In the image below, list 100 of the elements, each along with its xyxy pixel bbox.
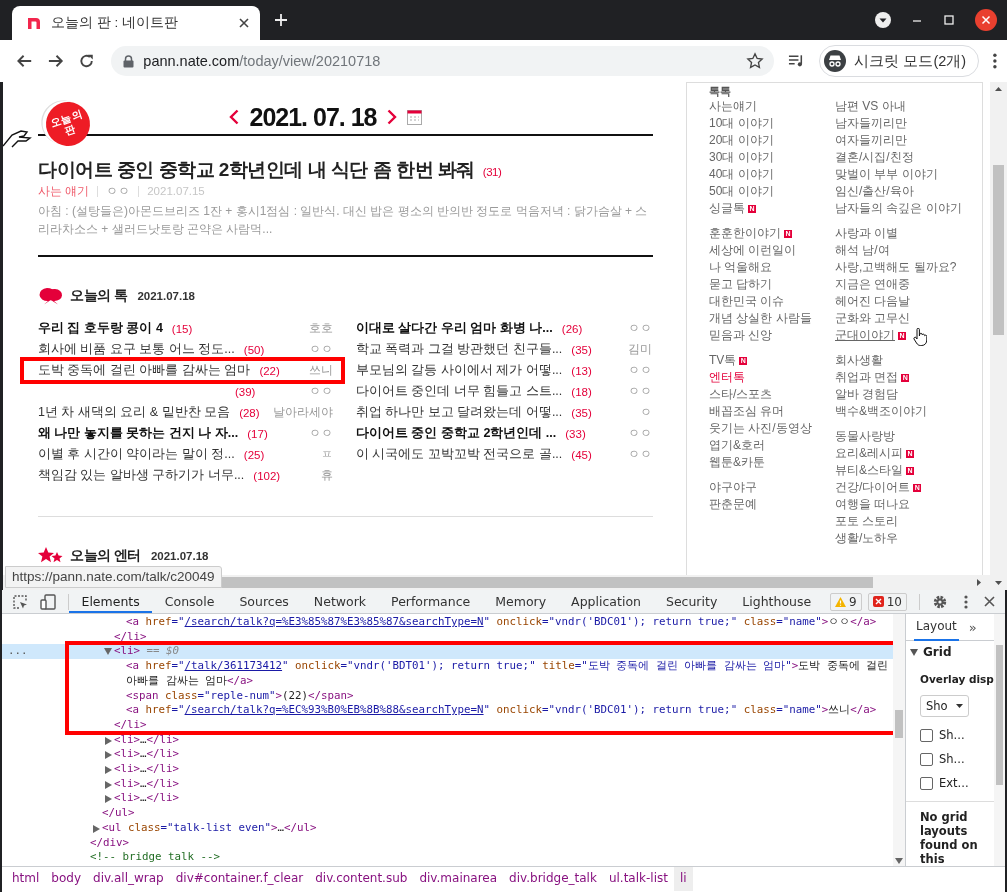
category-link[interactable]: 20대 이야기	[709, 132, 774, 149]
breadcrumb[interactable]: div.all_wrap	[87, 867, 170, 891]
devtools-tab[interactable]: Application	[558, 590, 654, 613]
category-link[interactable]: 사랑과 이별	[835, 225, 899, 242]
checkbox[interactable]	[920, 776, 933, 790]
category-link[interactable]: 맞벌이 부부 이야기	[835, 166, 938, 183]
category-link[interactable]: 결혼/시집/친정	[835, 149, 914, 166]
category-link[interactable]: 요리&레시피	[835, 445, 903, 462]
dropdown[interactable]: Sho	[920, 695, 969, 717]
category-link[interactable]: 세상에 이런일이	[709, 242, 797, 259]
category-link[interactable]: 군화와 고무신	[835, 310, 911, 327]
category-link[interactable]: 엽기&호러	[709, 437, 765, 454]
category-link[interactable]: TV톡	[709, 352, 737, 369]
devtools-tab[interactable]: Performance	[378, 590, 483, 613]
category-link[interactable]: 싱글톡	[709, 200, 745, 217]
category-link[interactable]: 야구야구	[709, 479, 757, 496]
section-header[interactable]: Grid	[906, 641, 994, 663]
post-link[interactable]: 회사에 비품 요구 보통 어느 정도...	[38, 341, 235, 358]
category-link[interactable]: 웹툰&카툰	[709, 454, 765, 471]
calendar-icon[interactable]	[406, 109, 422, 125]
devtools-tab[interactable]: Elements	[69, 590, 153, 613]
code-line[interactable]: <li>…</li>	[2, 732, 893, 748]
code-line[interactable]: <a href="/talk/361173412" onclick="vndr('BDT01'); return true;" title="도박 중독에 걸린 아빠를 감싸는 엄마">도박 중독에 걸린 아빠를 감싸는 엄마</a>	[2, 659, 893, 689]
close-icon[interactable]	[238, 17, 250, 29]
category-link[interactable]: 10대 이야기	[709, 115, 774, 132]
code-line[interactable]: <a href="/search/talk?q=%E3%85%87%E3%85%87&searchType=N" onclick="vndr('BDC01'); return true;" class="name">ㅇㅇ</a>	[2, 615, 893, 630]
post-link[interactable]: 부모님의 갈등 사이에서 제가 어떻...	[356, 362, 563, 379]
post-link[interactable]: 학교 폭력과 그걸 방관했던 친구들...	[356, 341, 563, 358]
category-link[interactable]: 나 억울해요	[709, 259, 773, 276]
inspect-icon[interactable]	[12, 593, 28, 610]
breadcrumb[interactable]: div#container.f_clear	[169, 867, 310, 891]
category-link[interactable]: 회사생활	[835, 352, 883, 369]
category-link[interactable]: 엔터톡	[709, 369, 745, 386]
code-line[interactable]: <!-- bridge talk -->	[2, 850, 893, 865]
devtools-tab[interactable]: Network	[301, 590, 379, 613]
code-line[interactable]: <span class="reple-num">(22)</span>	[2, 688, 893, 704]
category-link[interactable]: 40대 이야기	[709, 166, 774, 183]
code-line[interactable]: </div>	[2, 835, 893, 851]
code-link[interactable]: /talk/361173412	[184, 659, 283, 673]
breadcrumb[interactable]: ul.talk-list	[602, 867, 674, 891]
category-link[interactable]: 판춘문예	[709, 496, 757, 513]
category-link[interactable]: 여자들끼리만	[835, 132, 907, 149]
category-link[interactable]: 웃기는 사진/동영상	[709, 420, 812, 437]
errors-badge[interactable]: 10	[867, 592, 907, 611]
settings-icon[interactable]	[932, 593, 948, 610]
devtools-tab[interactable]: Console	[152, 590, 227, 613]
code-line[interactable]: </li>	[2, 629, 893, 645]
post-link[interactable]: 1년 차 새댁의 요리 & 밑반찬 모음	[38, 404, 231, 421]
category-link[interactable]: 남자들끼리만	[835, 115, 907, 132]
category-link[interactable]: 믿음과 신앙	[709, 327, 773, 344]
code-link[interactable]: /search/talk?q=%EC%93%B0%EB%8B%88&searchType=N	[184, 703, 484, 717]
breadcrumb[interactable]: body	[45, 867, 88, 891]
headline-link[interactable]: 다이어트 중인 중학교 2학년인데 내 식단 좀 한번 봐줘	[38, 159, 475, 180]
category-link[interactable]: 사랑,고백해도 될까요?	[835, 259, 957, 276]
code-line[interactable]: <li>…</li>	[2, 791, 893, 807]
post-link[interactable]: 이별 후 시간이 약이라는 말이 정...	[38, 446, 235, 463]
code-line[interactable]: </ul>	[2, 806, 893, 821]
category-link[interactable]: 군대이야기	[835, 327, 895, 344]
reload-icon[interactable]	[78, 52, 96, 70]
warnings-badge[interactable]: 9	[830, 592, 862, 611]
devtools-tab[interactable]: Lighthouse	[729, 590, 824, 613]
expand-arrow-icon[interactable]	[105, 736, 112, 745]
address-bar[interactable]: pann.nate.com/today/view/20210718	[111, 46, 775, 76]
category-link[interactable]: 훈훈한이야기	[709, 225, 781, 242]
next-icon[interactable]	[386, 109, 397, 125]
post-link[interactable]: 왜 나만 놓지를 못하는 건지 나 자...	[38, 425, 239, 442]
category-link[interactable]: 뷰티&스타일	[835, 462, 903, 479]
menu-icon[interactable]	[964, 594, 968, 609]
category-link[interactable]: 동물사랑방	[835, 428, 895, 445]
code-line[interactable]: </li>	[2, 717, 893, 733]
post-link[interactable]: 이대로 살다간 우리 엄마 화병 나...	[356, 320, 553, 337]
code-link[interactable]: /search/talk?q=%E3%85%87%E3%85%87&searchType=N	[184, 615, 484, 628]
category-link[interactable]: 대한민국 이슈	[709, 293, 785, 310]
category-link[interactable]: 사는얘기	[709, 98, 757, 115]
bookmark-star-icon[interactable]	[746, 52, 765, 70]
collapse-arrow-icon[interactable]	[104, 648, 112, 656]
maximize-icon[interactable]	[943, 14, 955, 26]
browser-tab[interactable]: 오늘의 판 : 네이트판	[12, 6, 260, 40]
breadcrumb[interactable]: div.bridge_talk	[503, 867, 603, 891]
breadcrumb[interactable]: div.content.sub	[309, 867, 414, 891]
category-link[interactable]: 50대 이야기	[709, 183, 774, 200]
category-link[interactable]: 지금은 연애중	[835, 276, 911, 293]
code-line[interactable]: <li>…</li>	[2, 776, 893, 792]
post-link[interactable]: 이 시국에도 꼬박꼬박 전국으로 골...	[356, 446, 563, 463]
devtools-tab[interactable]: Sources	[226, 590, 302, 613]
expand-arrow-icon[interactable]	[93, 824, 100, 833]
post-link[interactable]: 취업 하나만 보고 달려왔는데 어떻...	[356, 404, 563, 421]
category-link[interactable]: 해석 남/여	[835, 242, 890, 259]
expand-arrow-icon[interactable]	[105, 780, 112, 789]
forward-icon[interactable]	[47, 52, 65, 70]
category-link[interactable]: 배꼽조심 유머	[709, 403, 785, 420]
post-link[interactable]: 우리 집 호두랑 콩이 4	[38, 320, 163, 337]
breadcrumb[interactable]: html	[6, 867, 46, 891]
code-line[interactable]: <li>…</li>	[2, 762, 893, 777]
code-line[interactable]: <ul class="talk-list even">…</ul>	[2, 820, 893, 836]
category-link[interactable]: 생활/노하우	[835, 530, 899, 547]
category-link[interactable]: 남편 VS 아내	[835, 98, 906, 115]
category-link[interactable]: 남자들의 속깊은 이야기	[835, 200, 962, 217]
expand-arrow-icon[interactable]	[105, 751, 112, 760]
category-link[interactable]: 30대 이야기	[709, 149, 774, 166]
